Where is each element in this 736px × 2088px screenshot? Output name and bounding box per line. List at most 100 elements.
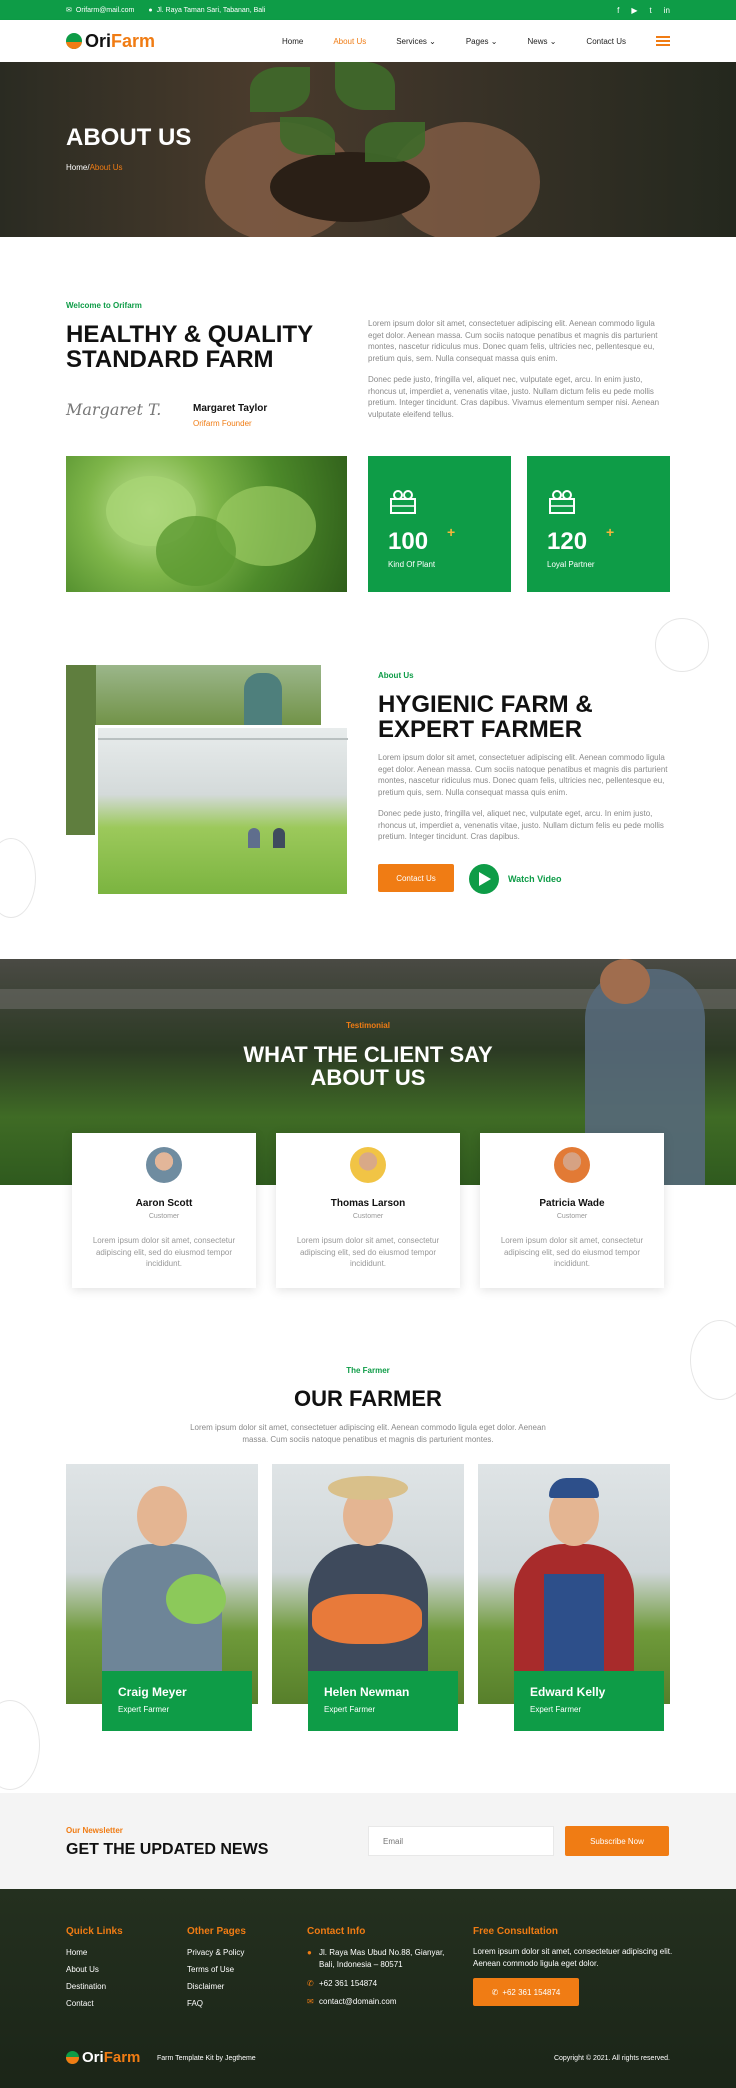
top-email[interactable]: ✉ Orifarm@mail.com [66,6,135,15]
main-nav: Ori Farm Home About Us Services ⌄ Pages ⌄… [0,20,736,62]
nav-services[interactable]: Services ⌄ [396,37,436,46]
worker-figure-shape [273,828,285,848]
stat-plus: + [447,524,456,540]
subscribe-button[interactable]: Subscribe Now [565,1826,669,1856]
testimonial-card: Aaron Scott Customer Lorem ipsum dolor s… [72,1133,256,1288]
about-paragraph-1: Lorem ipsum dolor sit amet, consectetuer… [378,753,668,797]
stat-value: 100 [388,528,429,555]
footer-link[interactable]: Home [66,1949,87,1957]
footer-logo-text-farm: Farm [103,2049,141,2066]
email-field[interactable] [368,1826,554,1856]
lettuce-image [66,456,347,592]
location-pin-icon: ● [307,1948,312,1957]
location-pin-icon: ● [148,6,153,14]
testimonial-text: Lorem ipsum dolor sit amet, consectetur … [500,1236,644,1269]
worker-figure-shape [248,828,260,848]
footer-phone[interactable]: +62 361 154874 [319,1980,377,1988]
testimonial-text: Lorem ipsum dolor sit amet, consectetur … [296,1236,440,1269]
stat-card-plants: 100 + Kind Of Plant [368,456,511,592]
farmer-name: Craig Meyer [118,1685,187,1699]
logo[interactable]: Ori Farm [66,31,155,52]
hamburger-menu-icon[interactable] [656,36,670,46]
youtube-icon[interactable]: ▶ [631,6,637,15]
greenhouse-frame-shape [98,738,348,740]
cabbage-outline-icon [655,618,709,672]
farmer-description: Lorem ipsum dolor sit amet, consectetuer… [190,1423,546,1444]
breadcrumb: Home/About Us [66,163,122,172]
breadcrumb-home[interactable]: Home/ [66,163,90,172]
linkedin-icon[interactable]: in [664,6,670,15]
greenhouse-image [95,725,350,897]
nav-home[interactable]: Home [282,37,303,46]
nav-news-label: News [527,36,548,46]
intro-paragraph-1: Lorem ipsum dolor sit amet, consectetuer… [368,319,658,363]
farmer-head-shape [600,959,650,1004]
free-consultation-title: Free Consultation [473,1926,559,1937]
footer-logo[interactable]: Ori Farm [66,2049,140,2066]
facebook-icon[interactable]: f [617,6,619,15]
consultation-phone-button[interactable]: ✆ +62 361 154874 [473,1978,579,2006]
farmer-name-card: Helen Newman Expert Farmer [308,1671,458,1731]
farmer-title: OUR FARMER [294,1386,442,1411]
footer-link[interactable]: Contact [66,2000,94,2008]
stat-label: Loyal Partner [547,560,595,569]
footer: Quick Links Home About Us Destination Co… [0,1889,736,2088]
twitter-icon[interactable]: t [650,6,652,15]
footer-email[interactable]: contact@domain.com [319,1998,397,2006]
logo-text-ori: Ori [85,30,112,51]
newsletter-section: Our Newsletter GET THE UPDATED NEWS Subs… [0,1793,736,1889]
watch-video-link[interactable]: Watch Video [508,874,562,884]
leaf-shape [280,117,335,155]
consultation-phone-label: +62 361 154874 [502,1987,561,1997]
logo-text-farm: Farm [111,30,156,51]
play-video-button[interactable] [469,864,499,894]
farmer-name-card: Craig Meyer Expert Farmer [102,1671,252,1731]
about-eyebrow: About Us [378,671,414,680]
testimonial-card: Thomas Larson Customer Lorem ipsum dolor… [276,1133,460,1288]
footer-link[interactable]: FAQ [187,2000,203,2008]
newsletter-eyebrow: Our Newsletter [66,1826,123,1835]
vegetable-outline-icon [0,1700,40,1790]
newsletter-title: GET THE UPDATED NEWS [66,1841,269,1858]
other-pages-title: Other Pages [187,1926,246,1937]
nav-news[interactable]: News ⌄ [527,37,556,46]
contact-us-button[interactable]: Contact Us [378,864,454,892]
lettuce-shape [166,1574,226,1624]
footer-link[interactable]: Privacy & Policy [187,1949,244,1957]
farmer-photo [478,1464,670,1704]
signature: Margaret T. [66,400,162,419]
stat-label: Kind Of Plant [388,560,436,569]
quick-links-title: Quick Links [66,1926,123,1937]
copyright: Copyright © 2021. All rights reserved. [553,2055,670,2062]
logo-icon [66,2051,79,2064]
farmer-name: Edward Kelly [530,1685,606,1699]
nav-about[interactable]: About Us [333,37,366,46]
farmer-photo [66,1464,258,1704]
about-title: HYGIENIC FARM & EXPERT FARMER [378,692,593,744]
breadcrumb-current: About Us [89,163,123,172]
nav-pages-label: Pages [465,36,489,46]
footer-address-line2: Bali, Indonesia – 80571 [319,1960,403,1969]
about-title-line2: EXPERT FARMER [378,716,583,744]
hat-shape [328,1476,408,1500]
avatar [554,1147,590,1183]
footer-link[interactable]: Disclaimer [187,1983,224,1991]
nav-menu: Home About Us Services ⌄ Pages ⌄ News ⌄ … [282,37,626,46]
vegetables-shape [312,1594,422,1644]
logo-icon [66,33,82,49]
hero-banner: ABOUT US Home/About Us [0,62,736,237]
consultation-text: Lorem ipsum dolor sit amet, consectetuer… [473,1947,673,1968]
footer-link[interactable]: Destination [66,1983,106,1991]
footer-link[interactable]: About Us [66,1966,99,1974]
nav-pages[interactable]: Pages ⌄ [466,37,498,46]
testimonial-text: Lorem ipsum dolor sit amet, consectetur … [92,1236,236,1269]
testimonial-role: Customer [556,1213,588,1220]
leaf-shape [365,122,425,162]
basket-icon [390,490,416,514]
footer-link[interactable]: Terms of Use [187,1966,234,1974]
testimonial-name: Thomas Larson [330,1198,406,1209]
top-email-text: Orifarm@mail.com [75,6,135,14]
farmer-name: Helen Newman [324,1685,410,1699]
nav-contact[interactable]: Contact Us [586,37,626,46]
avatar [350,1147,386,1183]
